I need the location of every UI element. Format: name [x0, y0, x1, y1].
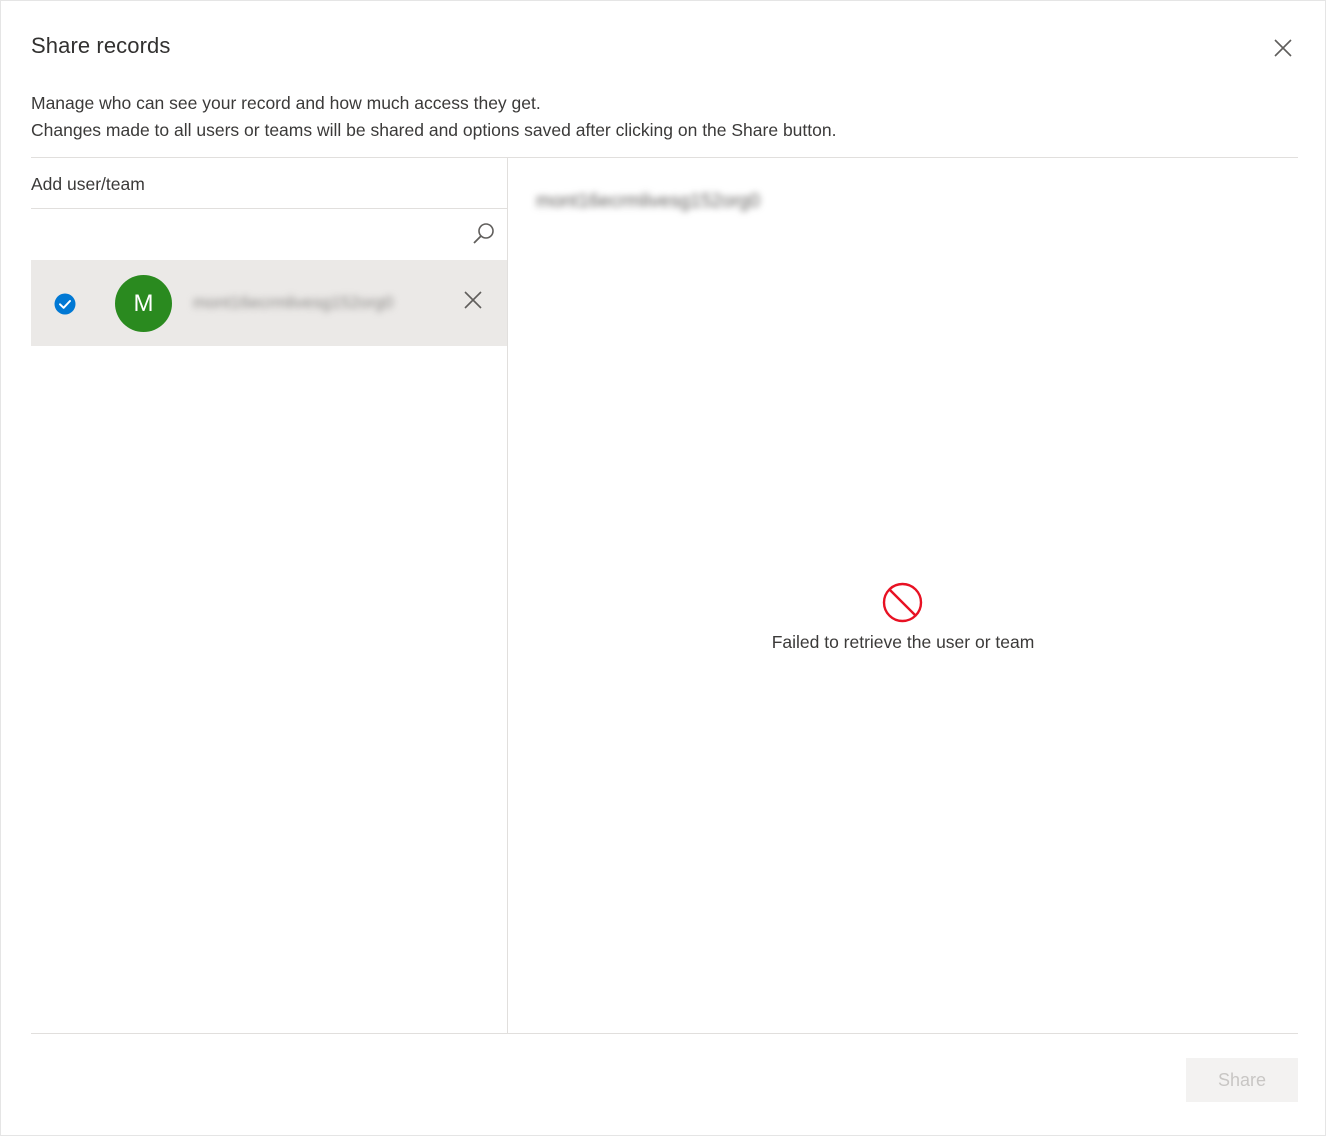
selected-user-row[interactable]: M mont16ecrmlivesg152org0 [31, 260, 507, 346]
search-input[interactable] [31, 209, 461, 259]
user-name: mont16ecrmlivesg152org0 [193, 293, 394, 312]
blocked-icon [882, 582, 923, 623]
avatar: M [115, 275, 172, 332]
dialog-description: Manage who can see your record and how m… [31, 90, 836, 144]
error-message: Failed to retrieve the user or team [771, 632, 1035, 652]
check-circle-icon[interactable] [54, 293, 76, 315]
close-button[interactable] [1269, 34, 1297, 62]
close-icon [1274, 39, 1292, 57]
add-user-team-label: Add user/team [31, 174, 145, 194]
avatar-initial: M [133, 289, 154, 317]
search-box [31, 208, 507, 259]
close-icon [464, 291, 482, 309]
selected-user-title: mont16ecrmlivesg152org0 [536, 191, 760, 212]
remove-user-button[interactable] [459, 286, 487, 314]
bottom-divider [31, 1033, 1298, 1034]
description-line-1: Manage who can see your record and how m… [31, 93, 541, 113]
user-team-panel: Add user/team M mont16ecrmlivesg152org0 [31, 158, 508, 1034]
search-icon[interactable] [471, 221, 497, 247]
description-line-2: Changes made to all users or teams will … [31, 120, 837, 140]
share-button[interactable]: Share [1186, 1058, 1298, 1102]
share-records-dialog: Share records Manage who can see your re… [0, 0, 1326, 1136]
dialog-title: Share records [31, 33, 171, 58]
